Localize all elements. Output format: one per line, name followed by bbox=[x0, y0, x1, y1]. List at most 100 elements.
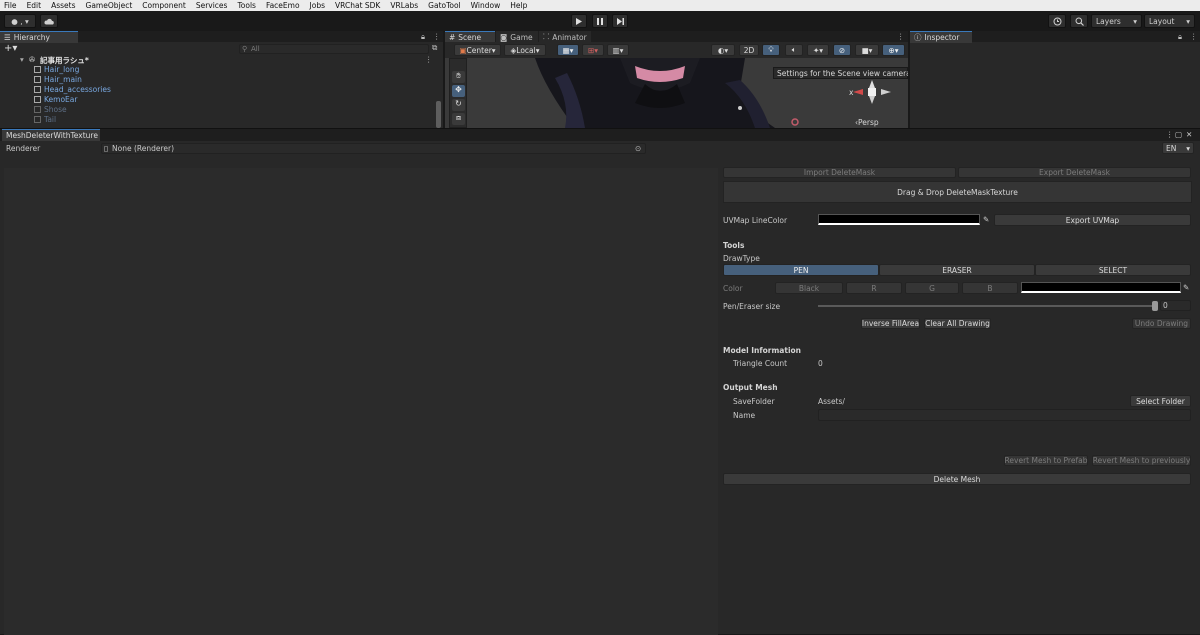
more-options-icon[interactable]: ⋮ bbox=[897, 32, 905, 41]
more-options-icon[interactable]: ⋮ bbox=[1166, 130, 1174, 139]
eyedropper-icon[interactable]: ✎ bbox=[983, 215, 989, 224]
color-g-button[interactable]: G bbox=[905, 282, 959, 294]
menu-item-vrchat-sdk[interactable]: VRChat SDK bbox=[335, 1, 380, 10]
menu-item-window[interactable]: Window bbox=[471, 1, 501, 10]
hierarchy-item[interactable]: Hair_long bbox=[44, 65, 79, 74]
scene-visibility-icon[interactable]: ⧉ bbox=[432, 43, 437, 53]
pen-size-slider-track[interactable] bbox=[818, 305, 1156, 307]
eyedropper-icon[interactable]: ✎ bbox=[1183, 283, 1189, 292]
expand-arrow-icon[interactable]: ▾ bbox=[20, 55, 24, 64]
search-icon[interactable] bbox=[1070, 14, 1088, 28]
hierarchy-item[interactable]: Shose bbox=[44, 105, 67, 114]
history-icon[interactable] bbox=[1048, 14, 1066, 28]
draw-type-eraser-button[interactable]: ERASER bbox=[879, 264, 1035, 276]
uv-line-color-swatch[interactable] bbox=[818, 214, 980, 225]
rotate-tool-icon[interactable]: ↻ bbox=[452, 99, 465, 111]
gizmo-axis-label: x bbox=[849, 88, 854, 97]
2d-toggle[interactable]: 2D bbox=[739, 44, 759, 56]
maximize-icon[interactable]: ▢ bbox=[1175, 130, 1182, 139]
add-icon[interactable]: +▾ bbox=[4, 43, 17, 54]
camera-settings-dropdown[interactable]: ■▾ bbox=[855, 44, 879, 56]
export-deletemask-button[interactable]: Export DeleteMask bbox=[958, 167, 1191, 178]
color-b-button[interactable]: B bbox=[962, 282, 1018, 294]
tab-mesh-deleter[interactable]: MeshDeleterWithTexture bbox=[2, 129, 100, 141]
delete-mesh-button[interactable]: Delete Mesh bbox=[723, 473, 1191, 485]
play-button[interactable] bbox=[571, 14, 587, 28]
import-deletemask-button[interactable]: Import DeleteMask bbox=[723, 167, 956, 178]
scene-root-row[interactable]: ▾ ✇ 記事用ラシュ* ⋮ bbox=[0, 55, 443, 65]
scene-viewport[interactable]: ✋︎ ✥ ↻ ⧈ Settings for the Scene view cam… bbox=[445, 58, 908, 128]
menu-item-faceemo[interactable]: FaceEmo bbox=[266, 1, 300, 10]
scale-tool-icon[interactable]: ⧈ bbox=[452, 113, 465, 125]
tab-inspector[interactable]: ⓘ Inspector bbox=[910, 31, 972, 43]
gizmos-dropdown[interactable]: ⊕▾ bbox=[882, 44, 905, 56]
tab-hierarchy[interactable]: ☰ Hierarchy bbox=[0, 31, 78, 43]
texture-canvas[interactable] bbox=[4, 168, 718, 635]
revert-mesh-to-previously-button[interactable]: Revert Mesh to previously bbox=[1092, 455, 1191, 466]
audio-toggle[interactable]: 🔈︎ bbox=[785, 44, 803, 56]
hierarchy-scrollbar[interactable] bbox=[436, 101, 441, 128]
increment-snap-button[interactable]: ⊞▾ bbox=[582, 44, 604, 56]
menu-item-jobs[interactable]: Jobs bbox=[310, 1, 325, 10]
language-dropdown[interactable]: EN ▾ bbox=[1162, 142, 1194, 154]
speaker-icon: 🔈︎ bbox=[791, 45, 797, 54]
draw-type-pen-button[interactable]: PEN bbox=[723, 264, 879, 276]
undo-drawing-button[interactable]: Undo Drawing bbox=[1132, 318, 1191, 329]
pivot-dropdown[interactable]: ▣ Center ▾ bbox=[454, 44, 501, 56]
chevron-down-icon: ▾ bbox=[1186, 143, 1190, 153]
grid-snap-button[interactable]: ▦▾ bbox=[557, 44, 579, 56]
menu-item-services[interactable]: Services bbox=[196, 1, 228, 10]
cloud-icon[interactable] bbox=[40, 14, 58, 28]
export-uvmap-button[interactable]: Export UVMap bbox=[994, 214, 1191, 226]
menu-item-edit[interactable]: Edit bbox=[27, 1, 42, 10]
menu-item-component[interactable]: Component bbox=[142, 1, 186, 10]
menu-item-assets[interactable]: Assets bbox=[51, 1, 75, 10]
deletemask-drop-zone[interactable]: Drag & Drop DeleteMaskTexture bbox=[723, 181, 1192, 203]
menu-item-gatotool[interactable]: GatoTool bbox=[428, 1, 461, 10]
clear-all-drawing-button[interactable]: Clear All Drawing bbox=[924, 318, 991, 329]
pen-size-slider-handle[interactable] bbox=[1152, 301, 1158, 311]
revert-mesh-to-prefab-button[interactable]: Revert Mesh to Prefab bbox=[1004, 455, 1088, 466]
layers-dropdown[interactable]: Layers ▾ bbox=[1091, 14, 1142, 28]
more-options-icon[interactable]: ⋮ bbox=[425, 55, 433, 64]
mesh-name-input[interactable] bbox=[818, 409, 1191, 421]
select-folder-button[interactable]: Select Folder bbox=[1130, 395, 1191, 407]
hierarchy-item[interactable]: Tail bbox=[44, 115, 56, 124]
lighting-toggle[interactable]: 💡︎ bbox=[762, 44, 780, 56]
step-button[interactable] bbox=[612, 14, 628, 28]
object-picker-icon[interactable]: ⊙ bbox=[635, 144, 641, 153]
hand-tool-icon[interactable]: ✋︎ bbox=[452, 71, 465, 83]
account-dropdown[interactable]: ● , ▾ bbox=[4, 14, 36, 28]
projection-label[interactable]: ‹Persp bbox=[855, 118, 879, 127]
menu-item-file[interactable]: File bbox=[4, 1, 17, 10]
pen-size-input[interactable]: 0 bbox=[1160, 300, 1191, 311]
shading-mode-button[interactable]: ◐▾ bbox=[711, 44, 735, 56]
hierarchy-item[interactable]: KemoEar bbox=[44, 95, 77, 104]
menu-item-tools[interactable]: Tools bbox=[237, 1, 255, 10]
menu-item-vrlabs[interactable]: VRLabs bbox=[390, 1, 418, 10]
more-options-icon[interactable]: ⋮ bbox=[433, 32, 441, 41]
menu-item-help[interactable]: Help bbox=[510, 1, 527, 10]
lock-icon[interactable]: 🔒︎ bbox=[1178, 32, 1182, 42]
effects-dropdown[interactable]: ✦▾ bbox=[807, 44, 829, 56]
orientation-gizmo[interactable] bbox=[843, 78, 898, 118]
move-tool-icon[interactable]: ✥ bbox=[452, 85, 465, 97]
hierarchy-item[interactable]: Hair_main bbox=[44, 75, 82, 84]
pause-button[interactable] bbox=[592, 14, 608, 28]
hierarchy-search-input[interactable]: ⚲ All bbox=[239, 44, 429, 54]
layout-dropdown[interactable]: Layout ▾ bbox=[1144, 14, 1195, 28]
draw-type-select-button[interactable]: SELECT bbox=[1035, 264, 1191, 276]
more-options-icon[interactable]: ⋮ bbox=[1190, 32, 1198, 41]
hierarchy-item[interactable]: Head_accessories bbox=[44, 85, 111, 94]
renderer-field[interactable]: ▯ None (Renderer) ⊙ bbox=[101, 143, 646, 154]
pen-color-swatch[interactable] bbox=[1021, 282, 1181, 293]
hidden-objects-toggle[interactable]: ⊘ bbox=[833, 44, 851, 56]
close-icon[interactable]: ✕ bbox=[1186, 130, 1192, 139]
inverse-fillarea-button[interactable]: Inverse FillArea bbox=[861, 318, 920, 329]
color-r-button[interactable]: R bbox=[846, 282, 902, 294]
menu-item-gameobject[interactable]: GameObject bbox=[86, 1, 133, 10]
space-dropdown[interactable]: ◈ Local ▾ bbox=[504, 44, 546, 56]
color-black-button[interactable]: Black bbox=[775, 282, 843, 294]
lock-icon[interactable]: 🔒︎ bbox=[421, 32, 425, 42]
grid-plane-button[interactable]: ▥▾ bbox=[607, 44, 629, 56]
